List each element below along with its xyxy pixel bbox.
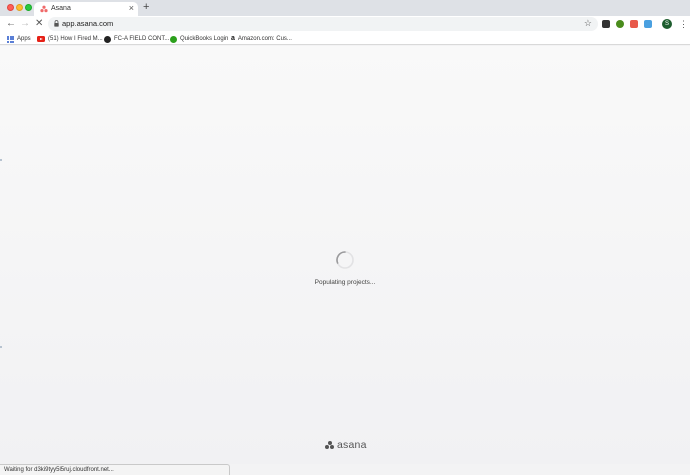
url-text: app.asana.com bbox=[62, 19, 114, 28]
tab-close-icon[interactable]: × bbox=[129, 3, 134, 13]
new-tab-button[interactable]: + bbox=[143, 1, 149, 14]
extension-shield-icon[interactable] bbox=[630, 20, 638, 28]
apps-grid-icon bbox=[7, 35, 14, 43]
window-minimize-button[interactable] bbox=[16, 4, 23, 11]
extension-icon[interactable] bbox=[602, 20, 610, 28]
lock-icon bbox=[54, 20, 59, 27]
loading-spinner-icon bbox=[336, 251, 354, 269]
bookmark-fca-field[interactable]: FC-A FIELD CONT... bbox=[104, 34, 169, 44]
youtube-icon bbox=[37, 36, 45, 42]
browser-menu-icon[interactable]: ⋮ bbox=[679, 18, 688, 30]
asana-dots-icon bbox=[325, 441, 334, 449]
stop-button[interactable]: ✕ bbox=[35, 18, 43, 30]
bookmark-star-icon[interactable]: ☆ bbox=[584, 18, 592, 29]
address-bar[interactable]: app.asana.com ☆ bbox=[48, 17, 598, 31]
bookmark-label: Apps bbox=[17, 36, 31, 42]
amazon-icon: a bbox=[231, 35, 235, 42]
edge-marker bbox=[0, 159, 2, 161]
bookmark-amazon[interactable]: a Amazon.com: Cus... bbox=[231, 34, 292, 44]
extension-check-icon[interactable] bbox=[616, 20, 624, 28]
tab-strip: Asana × + bbox=[0, 0, 690, 16]
asana-wordmark: asana bbox=[337, 439, 367, 451]
tab-asana[interactable]: Asana × bbox=[34, 2, 138, 16]
edge-marker bbox=[0, 346, 2, 348]
status-bar: Waiting for d3ki9tyy5l5ruj.cloudfront.ne… bbox=[0, 464, 230, 475]
page-content: Populating projects... asana bbox=[0, 46, 690, 464]
bookmark-label: (51) How I Fired M... bbox=[48, 36, 103, 42]
bookmark-quickbooks[interactable]: QuickBooks Login bbox=[170, 34, 228, 44]
bookmark-youtube[interactable]: (51) How I Fired M... bbox=[37, 34, 103, 44]
tab-title: Asana bbox=[51, 5, 71, 12]
browser-toolbar: ← → ✕ app.asana.com ☆ S ⋮ bbox=[0, 16, 690, 33]
loading-message: Populating projects... bbox=[314, 279, 376, 286]
window-close-button[interactable] bbox=[7, 4, 14, 11]
globe-icon bbox=[104, 35, 111, 43]
bookmarks-bar: Apps (51) How I Fired M... FC-A FIELD CO… bbox=[0, 33, 690, 45]
back-button[interactable]: ← bbox=[6, 18, 16, 30]
quickbooks-icon bbox=[170, 35, 177, 43]
window-maximize-button[interactable] bbox=[25, 4, 32, 11]
asana-logo: asana bbox=[325, 439, 367, 451]
bookmark-label: QuickBooks Login bbox=[180, 36, 229, 42]
asana-favicon-icon bbox=[40, 5, 48, 13]
bookmark-label: Amazon.com: Cus... bbox=[237, 36, 292, 42]
status-text: Waiting for d3ki9tyy5l5ruj.cloudfront.ne… bbox=[4, 467, 114, 473]
profile-avatar[interactable]: S bbox=[662, 19, 672, 29]
extension-blue-icon[interactable] bbox=[644, 20, 652, 28]
bookmark-apps[interactable]: Apps bbox=[7, 34, 31, 44]
forward-button[interactable]: → bbox=[20, 18, 30, 30]
bookmark-label: FC-A FIELD CONT... bbox=[114, 36, 170, 42]
